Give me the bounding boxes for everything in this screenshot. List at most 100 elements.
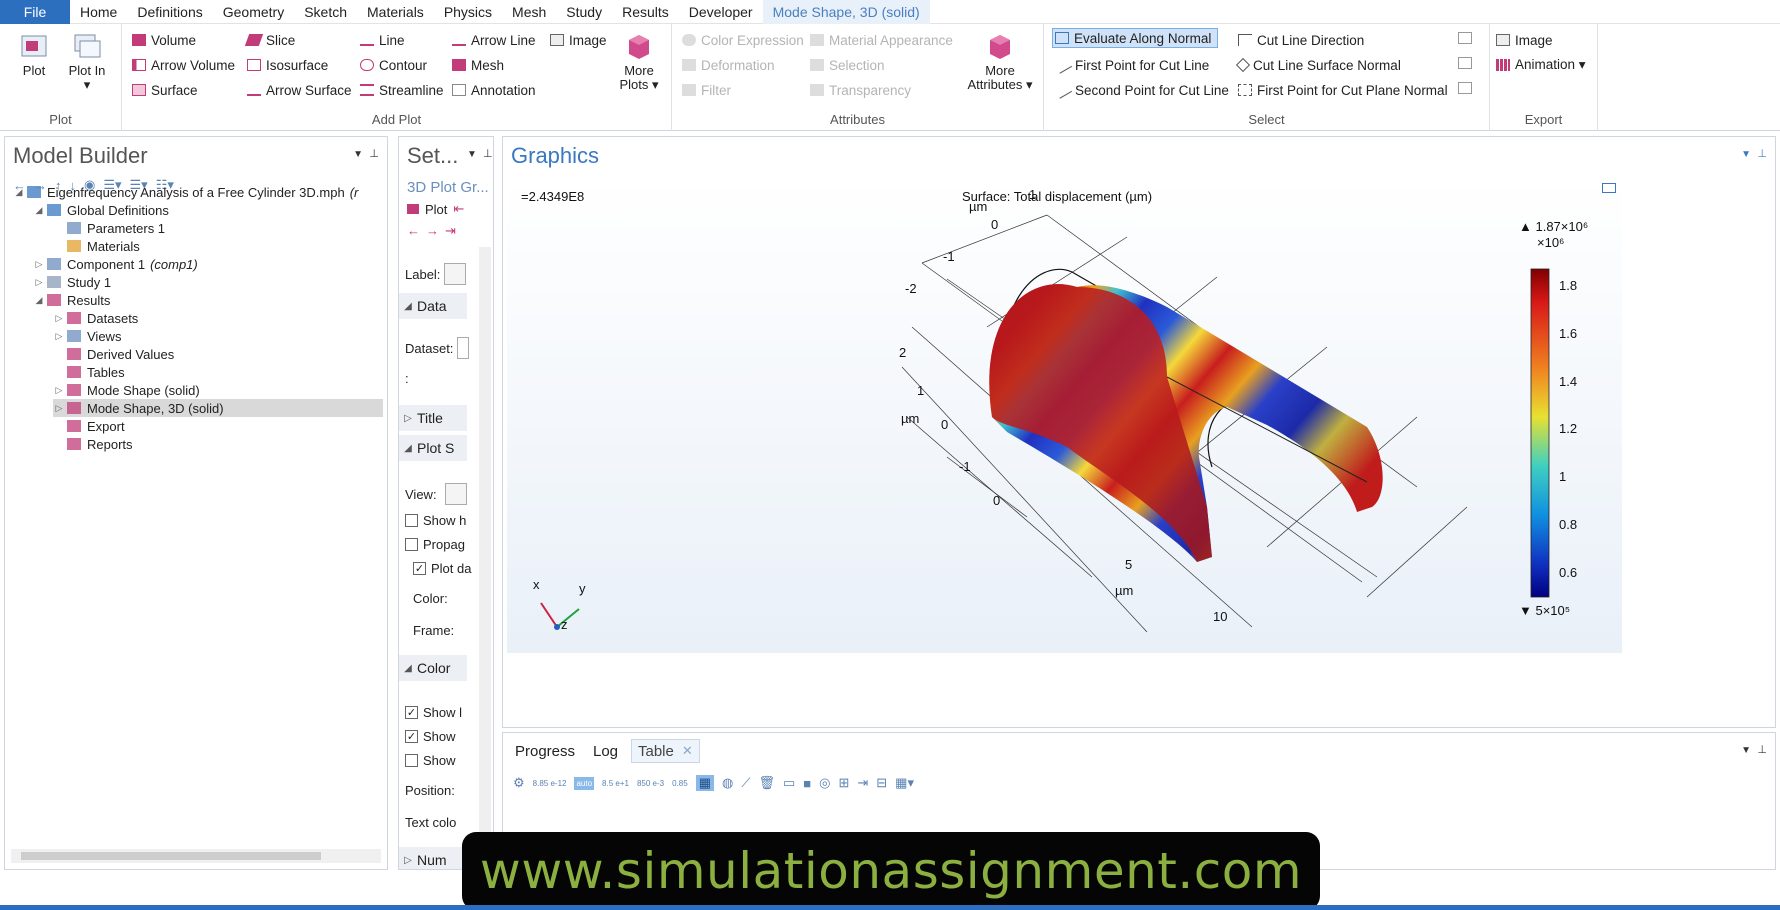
tree-node[interactable]: ▷ Datasets	[53, 309, 383, 327]
settings-menu-icon[interactable]: ▼	[467, 149, 477, 160]
table-fill-icon[interactable]: ■	[803, 776, 811, 791]
tree-toggle-icon[interactable]: ▷	[53, 313, 65, 324]
line-button[interactable]: Line	[360, 30, 405, 50]
tree-node[interactable]: ▷ Study 1	[33, 273, 383, 291]
volume-button[interactable]: Volume	[132, 30, 196, 50]
graphics-canvas[interactable]: =2.4349E8 Surface: Total displacement (µ…	[507, 177, 1622, 653]
tree-node[interactable]: ▷ Views	[53, 327, 383, 345]
menu-definitions[interactable]: Definitions	[127, 0, 212, 24]
settings-scrollbar[interactable]	[479, 247, 491, 867]
plot-in-button[interactable]: Plot In ▾	[66, 32, 108, 92]
tree-toggle-icon[interactable]: ◢	[13, 187, 25, 198]
menu-results[interactable]: Results	[612, 0, 679, 24]
precision-format-2[interactable]: 8.5 e+1	[602, 779, 629, 788]
settings-plot-button[interactable]: Plot ⇤	[407, 201, 464, 217]
arrow-line-button[interactable]: Arrow Line	[452, 30, 536, 50]
tree-toggle-icon[interactable]: ▷	[53, 403, 65, 414]
tree-node[interactable]: Materials	[53, 237, 383, 255]
transparency-button[interactable]: Transparency	[810, 80, 911, 100]
menu-geometry[interactable]: Geometry	[213, 0, 294, 24]
export-image-button[interactable]: Image	[1496, 30, 1553, 50]
tree-node[interactable]: Derived Values	[53, 345, 383, 363]
precision-format-3[interactable]: 850 e-3	[637, 779, 664, 788]
pin-icon[interactable]: ⊥	[369, 147, 379, 160]
tree-node[interactable]: ◢ Eigenfrequency Analysis of a Free Cylin…	[13, 183, 383, 201]
tree-node[interactable]: Export	[53, 417, 383, 435]
data-section-header[interactable]: ◢ Data	[399, 293, 467, 319]
dataset-select[interactable]	[457, 337, 470, 359]
menu-home[interactable]: Home	[70, 0, 127, 24]
menu-context-tab[interactable]: Mode Shape, 3D (solid)	[762, 0, 930, 24]
menu-materials[interactable]: Materials	[357, 0, 434, 24]
tree-node[interactable]: ◢ Global Definitions	[33, 201, 383, 219]
tree-node[interactable]: Parameters 1	[53, 219, 383, 237]
menu-mesh[interactable]: Mesh	[502, 0, 556, 24]
tree-node[interactable]: ▷ Mode Shape (solid)	[53, 381, 383, 399]
bottom-pin-icon[interactable]: ⊥	[1757, 743, 1767, 756]
cut-line-surface-normal-button[interactable]: Cut Line Surface Normal	[1235, 55, 1401, 75]
title-section-header[interactable]: ▷ Title	[399, 405, 467, 431]
propagate-checkbox[interactable]: Propag	[405, 537, 465, 552]
tree-node[interactable]: ◢ Results	[33, 291, 383, 309]
image-plot-button[interactable]: Image	[550, 30, 607, 50]
mesh-button[interactable]: Mesh	[452, 55, 504, 75]
table-plot-icon[interactable]: ▭	[783, 775, 795, 791]
table-tool-icon-6[interactable]: ▦▾	[895, 775, 914, 791]
panel-menu-icon[interactable]: ▼	[353, 149, 363, 160]
table-delete-icon[interactable]: 🗑	[758, 775, 775, 791]
animation-button[interactable]: Animation ▾	[1496, 55, 1586, 75]
graphics-menu-icon[interactable]: ▼	[1741, 149, 1751, 160]
settings-nav-icons[interactable]: ←→⇥	[407, 223, 462, 239]
color-section-header[interactable]: ◢ Color	[399, 655, 467, 681]
table-tool-icon-1[interactable]: ⟋	[741, 775, 750, 791]
tree-node[interactable]: ▷ Component 1 (comp1)	[33, 255, 383, 273]
graphics-pin-icon[interactable]: ⊥	[1757, 147, 1767, 160]
menu-developer[interactable]: Developer	[679, 0, 763, 24]
precision-format-4[interactable]: 0.85	[672, 779, 688, 788]
deformation-button[interactable]: Deformation	[682, 55, 775, 75]
contour-button[interactable]: Contour	[360, 55, 427, 75]
tree-toggle-icon[interactable]: ▷	[53, 385, 65, 396]
menu-file[interactable]: File	[0, 0, 70, 24]
tree-toggle-icon[interactable]: ▷	[33, 277, 45, 288]
settings-pin-icon[interactable]: ⊥	[483, 147, 493, 160]
tree-node[interactable]: ▷ Mode Shape, 3D (solid)	[53, 399, 383, 417]
close-tab-icon[interactable]: ✕	[682, 743, 693, 759]
tab-log[interactable]: Log	[587, 739, 624, 763]
plot-button[interactable]: Plot	[20, 32, 48, 78]
precision-format-1[interactable]: 8.85 e-12	[533, 779, 567, 788]
menu-physics[interactable]: Physics	[434, 0, 502, 24]
annotation-button[interactable]: Annotation	[452, 80, 536, 100]
table-tool-icon-3[interactable]: ⊞	[838, 775, 849, 791]
plot-dataset-edges-checkbox[interactable]: ✓ Plot da	[413, 561, 471, 576]
label-field-button[interactable]	[444, 263, 467, 285]
filter-button[interactable]: Filter	[682, 80, 731, 100]
material-appearance-button[interactable]: Material Appearance	[810, 30, 953, 50]
scrollbar-thumb[interactable]	[21, 852, 321, 860]
second-point-cut-line-button[interactable]: Second Point for Cut Line	[1053, 80, 1229, 100]
menu-sketch[interactable]: Sketch	[294, 0, 357, 24]
tab-table[interactable]: Table ✕	[631, 739, 700, 763]
streamline-button[interactable]: Streamline	[360, 80, 444, 100]
table-tool-icon-5[interactable]: ⊟	[876, 775, 887, 791]
show-hidden-checkbox[interactable]: Show h	[405, 513, 466, 528]
table-tool-icon-2[interactable]: ◎	[819, 775, 830, 791]
tree-toggle-icon[interactable]: ▷	[53, 331, 65, 342]
more-attributes-button[interactable]: More Attributes ▾	[962, 32, 1038, 92]
surface-button[interactable]: Surface	[132, 80, 198, 100]
bottom-menu-icon[interactable]: ▼	[1741, 745, 1751, 756]
table-settings-icon[interactable]: ⚙	[513, 775, 525, 791]
show-units-checkbox[interactable]: Show	[405, 753, 456, 768]
number-format-section-header[interactable]: ▷ Num	[399, 847, 467, 869]
select-tool-icon-3[interactable]	[1458, 82, 1472, 94]
more-plots-button[interactable]: More Plots ▾	[614, 32, 664, 92]
slice-button[interactable]: Slice	[244, 30, 295, 50]
table-tool-icon-4[interactable]: ⇥	[857, 775, 868, 791]
isosurface-button[interactable]: Isosurface	[247, 55, 328, 75]
first-point-cut-plane-normal-button[interactable]: First Point for Cut Plane Normal	[1238, 80, 1448, 100]
select-tool-icon-1[interactable]	[1458, 32, 1472, 44]
view-button[interactable]	[444, 483, 467, 505]
show-legends-checkbox[interactable]: ✓ Show l	[405, 705, 462, 720]
tree-toggle-icon[interactable]: ▷	[33, 259, 45, 270]
first-point-cut-line-button[interactable]: First Point for Cut Line	[1053, 55, 1209, 75]
